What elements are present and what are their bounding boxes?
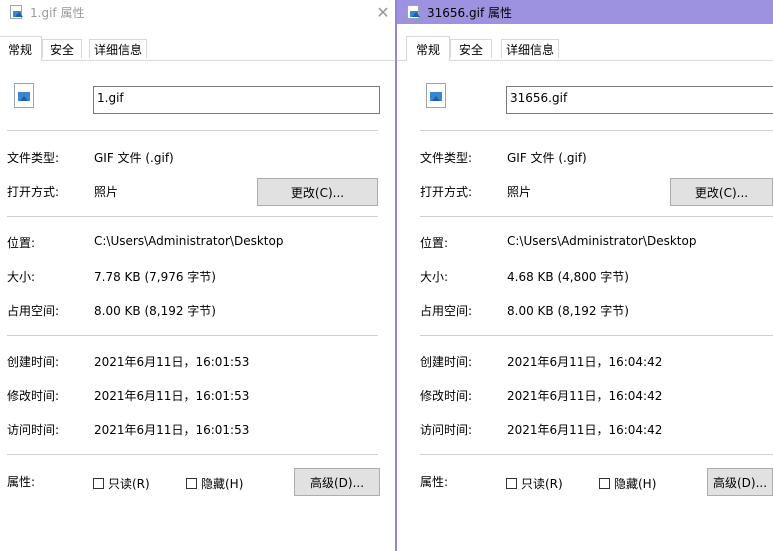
divider	[7, 335, 378, 336]
divider	[420, 335, 773, 336]
size-value: 7.78 KB (7,976 字节)	[94, 270, 216, 284]
tab-general[interactable]: 常规	[406, 36, 450, 61]
disk-size-value: 8.00 KB (8,192 字节)	[94, 304, 216, 318]
window-title: 1.gif 属性	[30, 5, 85, 20]
location-label: 位置:	[7, 236, 36, 250]
created-value: 2021年6月11日，16:04:42	[507, 355, 663, 369]
divider	[420, 130, 773, 131]
readonly-label: 只读(R)	[521, 477, 563, 491]
divider	[7, 454, 378, 455]
close-icon[interactable]: ✕	[371, 0, 395, 24]
gif-file-icon	[10, 5, 24, 19]
general-panel: 31656.gif 文件类型: GIF 文件 (.gif) 打开方式: 照片 更…	[397, 60, 773, 551]
file-type-label: 文件类型:	[420, 151, 473, 165]
gif-file-icon	[426, 83, 446, 108]
modified-label: 修改时间:	[420, 389, 473, 403]
accessed-label: 访问时间:	[7, 423, 60, 437]
modified-value: 2021年6月11日，16:01:53	[94, 389, 250, 403]
size-label: 大小:	[420, 270, 449, 284]
gif-file-icon	[407, 5, 421, 19]
readonly-label: 只读(R)	[108, 477, 150, 491]
created-value: 2021年6月11日，16:01:53	[94, 355, 250, 369]
disk-size-label: 占用空间:	[420, 304, 473, 318]
modified-value: 2021年6月11日，16:04:42	[507, 389, 663, 403]
tab-security[interactable]: 安全	[42, 39, 82, 58]
open-with-label: 打开方式:	[7, 185, 60, 199]
divider	[7, 130, 378, 131]
created-label: 创建时间:	[7, 355, 60, 369]
open-with-value: 照片	[507, 185, 532, 199]
change-button[interactable]: 更改(C)...	[670, 178, 773, 206]
tab-details[interactable]: 详细信息	[89, 39, 147, 58]
attributes-label: 属性:	[420, 475, 449, 489]
accessed-value: 2021年6月11日，16:01:53	[94, 423, 250, 437]
tab-general[interactable]: 常规	[0, 36, 42, 61]
accessed-value: 2021年6月11日，16:04:42	[507, 423, 663, 437]
file-type-value: GIF 文件 (.gif)	[94, 151, 174, 165]
properties-window-1gif: 1.gif 属性 ✕ 常规 安全 详细信息 1.gif 文件类型: GIF 文件…	[0, 0, 395, 551]
location-label: 位置:	[420, 236, 449, 250]
file-name-field[interactable]: 1.gif	[93, 86, 380, 114]
divider	[7, 216, 378, 217]
tab-security[interactable]: 安全	[450, 39, 492, 58]
properties-window-31656gif: 31656.gif 属性 常规 安全 详细信息 31656.gif 文件类型: …	[395, 0, 773, 551]
checkbox-unchecked-icon	[599, 478, 610, 489]
gif-file-icon	[14, 83, 34, 108]
title-bar[interactable]: 1.gif 属性 ✕	[0, 0, 395, 24]
accessed-label: 访问时间:	[420, 423, 473, 437]
hidden-checkbox[interactable]: 隐藏(H)	[599, 475, 656, 492]
modified-label: 修改时间:	[7, 389, 60, 403]
file-type-label: 文件类型:	[7, 151, 60, 165]
file-name-field[interactable]: 31656.gif	[506, 86, 773, 114]
general-panel: 1.gif 文件类型: GIF 文件 (.gif) 打开方式: 照片 更改(C)…	[0, 60, 395, 551]
tab-bar: 常规 安全 详细信息	[0, 36, 395, 61]
tab-bar: 常规 安全 详细信息	[397, 36, 773, 61]
location-value: C:\Users\Administrator\Desktop	[94, 234, 284, 248]
hidden-label: 隐藏(H)	[614, 477, 657, 491]
change-button[interactable]: 更改(C)...	[257, 178, 378, 206]
hidden-checkbox[interactable]: 隐藏(H)	[186, 475, 243, 492]
hidden-label: 隐藏(H)	[201, 477, 244, 491]
readonly-checkbox[interactable]: 只读(R)	[506, 475, 563, 492]
title-bar[interactable]: 31656.gif 属性	[397, 0, 773, 24]
window-title: 31656.gif 属性	[427, 5, 512, 20]
size-label: 大小:	[7, 270, 36, 284]
open-with-value: 照片	[94, 185, 119, 199]
open-with-label: 打开方式:	[420, 185, 473, 199]
readonly-checkbox[interactable]: 只读(R)	[93, 475, 150, 492]
checkbox-unchecked-icon	[186, 478, 197, 489]
size-value: 4.68 KB (4,800 字节)	[507, 270, 629, 284]
file-type-value: GIF 文件 (.gif)	[507, 151, 587, 165]
advanced-button[interactable]: 高级(D)...	[294, 468, 380, 496]
checkbox-unchecked-icon	[506, 478, 517, 489]
attributes-label: 属性:	[7, 475, 36, 489]
checkbox-unchecked-icon	[93, 478, 104, 489]
disk-size-label: 占用空间:	[7, 304, 60, 318]
location-value: C:\Users\Administrator\Desktop	[507, 234, 697, 248]
advanced-button[interactable]: 高级(D)...	[707, 468, 773, 496]
tab-details[interactable]: 详细信息	[501, 39, 559, 58]
divider	[420, 454, 773, 455]
divider	[420, 216, 773, 217]
created-label: 创建时间:	[420, 355, 473, 369]
disk-size-value: 8.00 KB (8,192 字节)	[507, 304, 629, 318]
